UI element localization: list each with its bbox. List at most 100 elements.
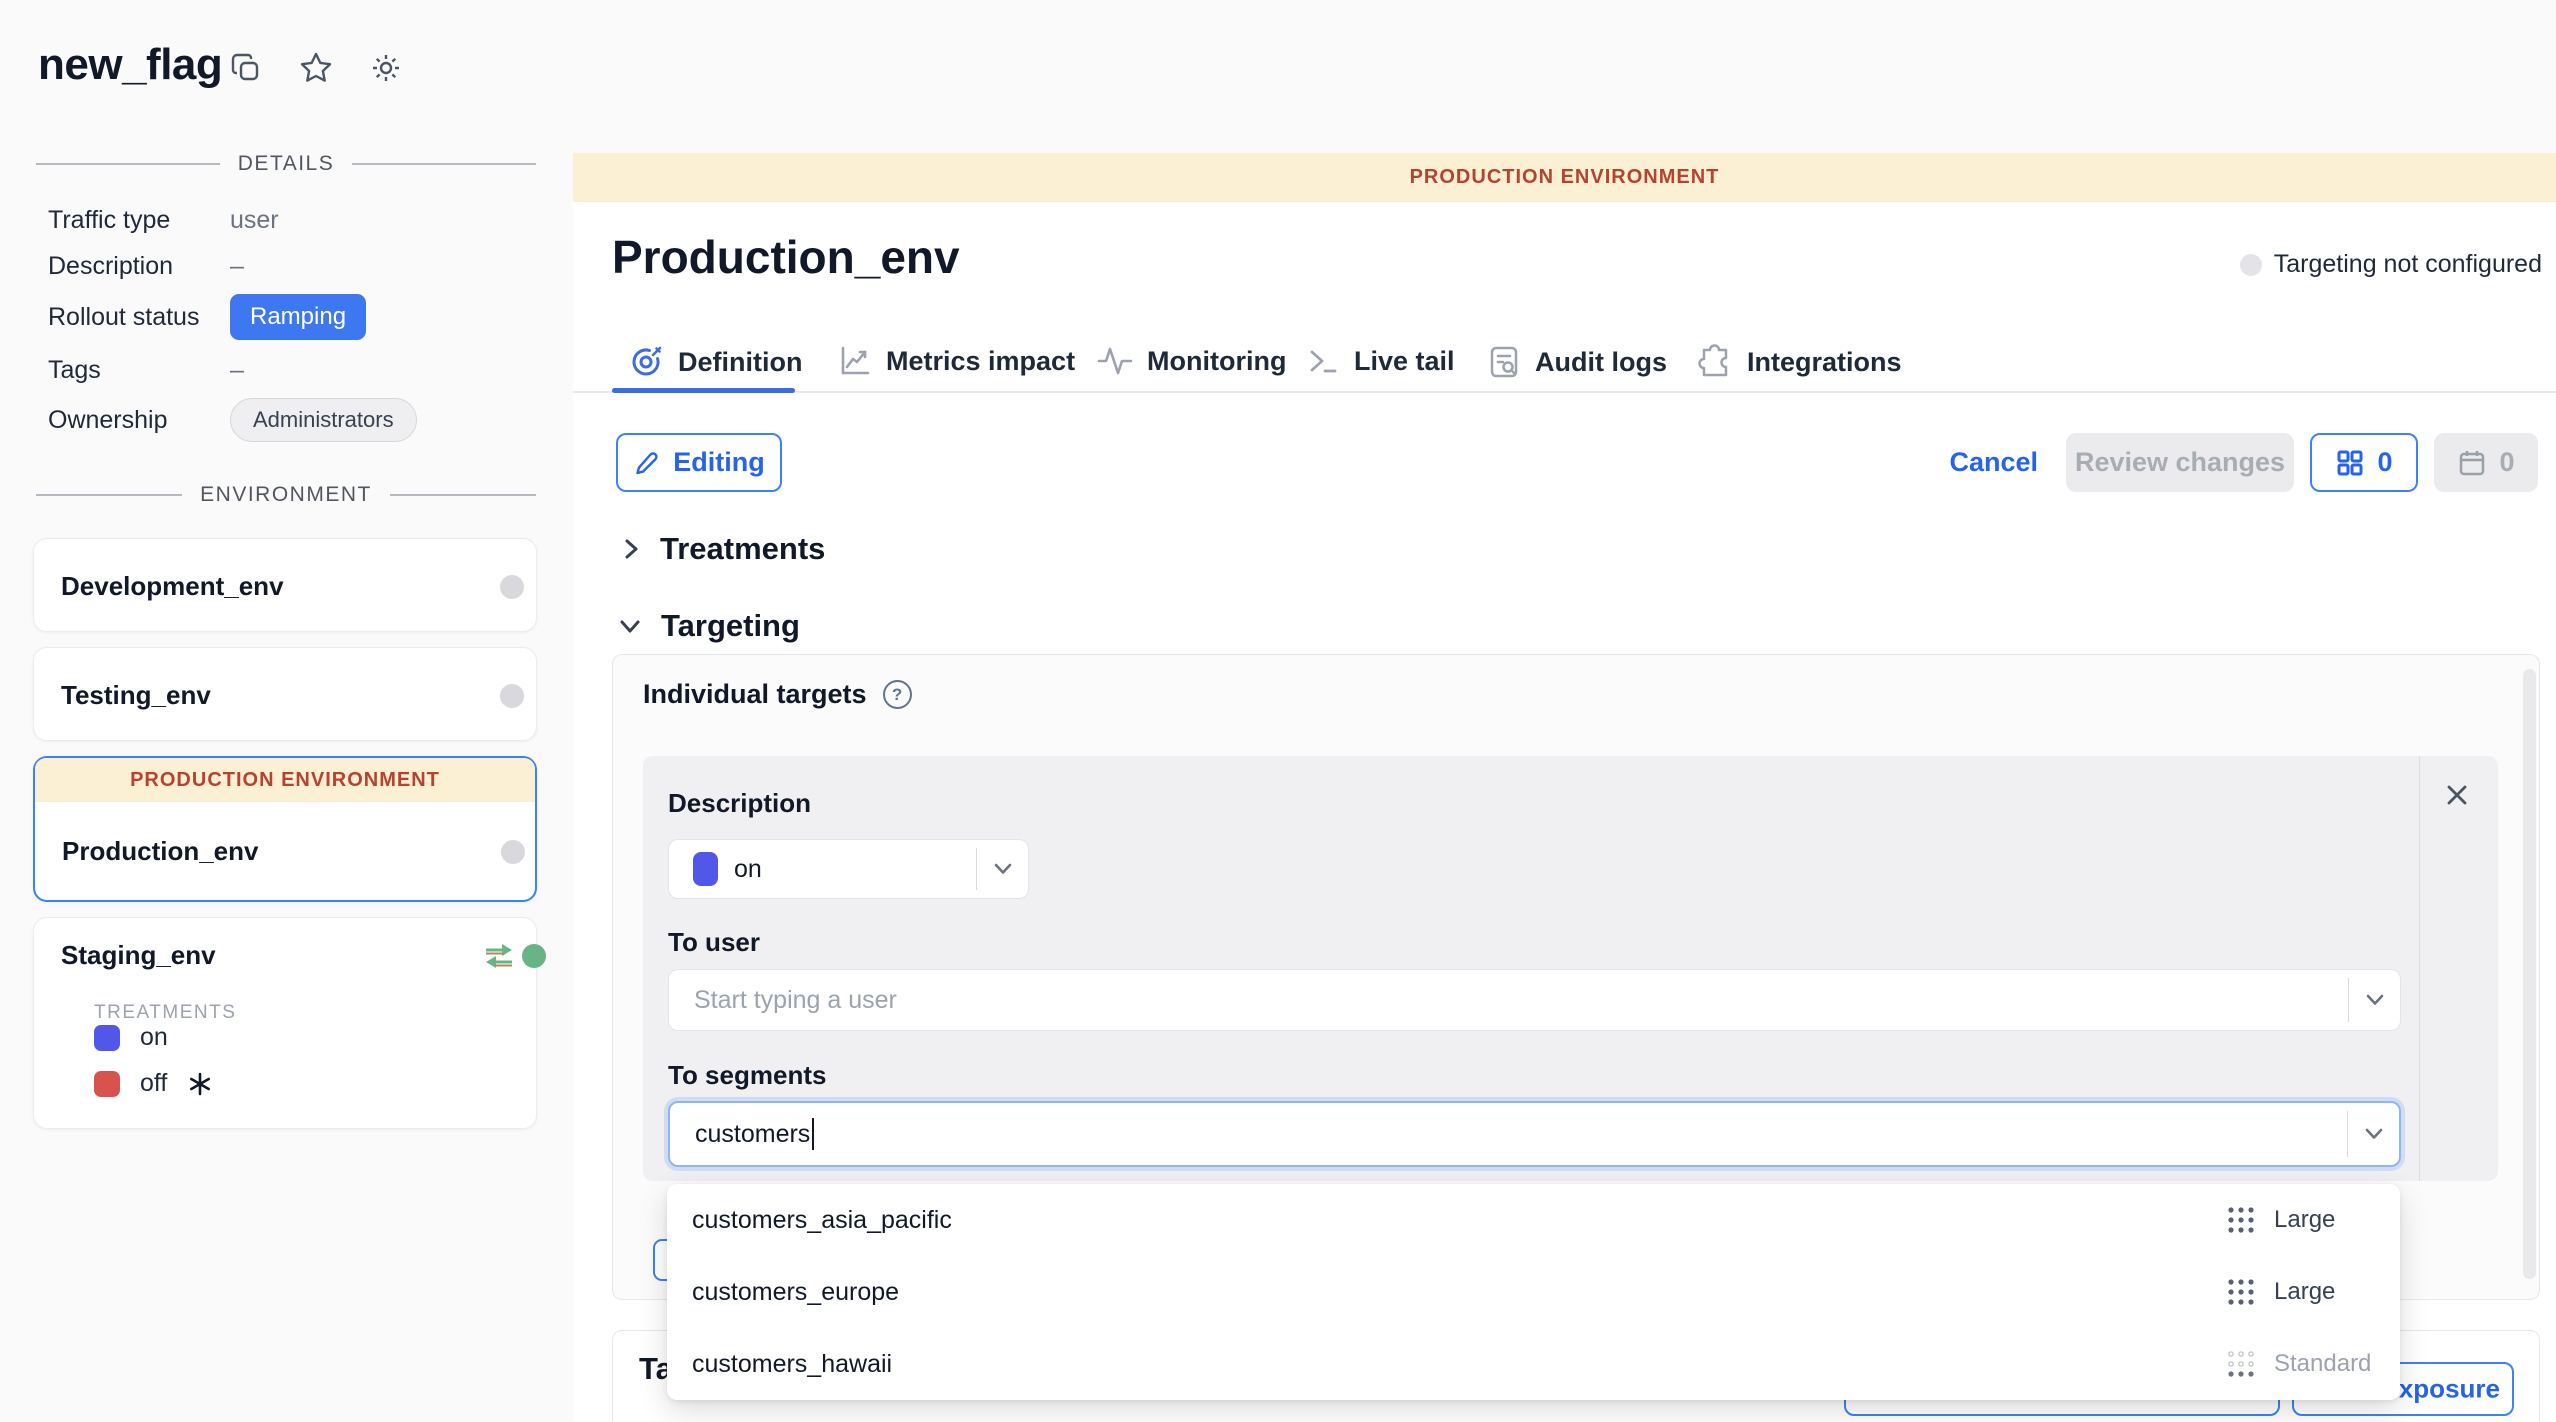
tab-definition[interactable]: Definition (628, 344, 802, 380)
treatments-heading: TREATMENTS (94, 1002, 236, 1024)
env-name: Staging_env (61, 940, 216, 971)
transfer-arrows-icon (482, 942, 516, 970)
chevron-down-icon[interactable] (2348, 978, 2400, 1022)
default-treatment-asterisk-icon (187, 1071, 213, 1097)
panel-scrollbar[interactable] (2523, 669, 2536, 1279)
tab-label: Monitoring (1147, 346, 1286, 377)
gear-icon[interactable] (368, 50, 404, 86)
chevron-down-icon[interactable] (2347, 1111, 2399, 1157)
treatment-off-swatch (94, 1071, 120, 1097)
chevron-right-icon (620, 535, 642, 563)
tab-live-tail[interactable]: Live tail (1306, 344, 1455, 378)
to-segments-value: customers (695, 1120, 810, 1149)
tab-audit-logs[interactable]: Audit logs (1487, 344, 1667, 380)
feature-flag-page: new_flag DETAIL (0, 0, 2556, 1422)
status-dot-icon (2240, 254, 2262, 276)
env-card-development[interactable]: Development_env (33, 538, 537, 632)
schedule-count-button[interactable]: 0 (2434, 433, 2538, 492)
segment-size-grid-icon-standard (2226, 1349, 2256, 1379)
metrics-chart-icon (838, 344, 872, 378)
detail-row-rollout-status: Rollout status Ramping (48, 294, 548, 340)
detail-label: Rollout status (48, 303, 230, 332)
flag-title-actions (228, 50, 404, 86)
star-icon[interactable] (298, 50, 334, 86)
to-segments-input[interactable]: customers (668, 1101, 2401, 1167)
production-strip-label: PRODUCTION ENVIRONMENT (130, 769, 440, 792)
env-card-staging[interactable]: Staging_env TREATMENTS on off (33, 917, 537, 1129)
treatments-section-title: Treatments (660, 531, 825, 567)
env-name: Production_env (62, 836, 258, 867)
targeting-status-label: Targeting not configured (2274, 250, 2542, 279)
help-icon[interactable]: ? (883, 680, 912, 709)
chevron-down-icon[interactable] (976, 848, 1028, 890)
tab-label: Live tail (1354, 346, 1455, 377)
exposure-button-label: xposure (2399, 1374, 2500, 1405)
detail-row-tags: Tags – (48, 356, 548, 385)
environment-heading: ENVIRONMENT (200, 483, 372, 507)
description-field-label: Description (668, 788, 811, 819)
individual-target-rule-card: Description on To user Start typing a us… (643, 756, 2498, 1181)
editing-label: Editing (673, 447, 764, 478)
env-name: Testing_env (61, 680, 211, 711)
treatments-section-header[interactable]: Treatments (620, 531, 825, 567)
copy-icon[interactable] (228, 50, 264, 86)
cancel-link[interactable]: Cancel (1949, 447, 2038, 478)
treatment-on-row: on (94, 1023, 168, 1052)
treatment-name: on (140, 1023, 168, 1052)
grid-icon (2335, 448, 2365, 478)
detail-value: user (230, 206, 279, 235)
detail-row-ownership: Ownership Administrators (48, 398, 548, 442)
segment-option-europe[interactable]: customers_europe Large (667, 1256, 2400, 1328)
detail-label: Ownership (48, 406, 230, 435)
treatment-select-value: on (734, 855, 762, 884)
treatment-on-swatch (94, 1025, 120, 1051)
schedule-count: 0 (2499, 447, 2514, 478)
detail-row-traffic-type: Traffic type user (48, 206, 548, 235)
env-status-dot (501, 840, 525, 864)
to-user-placeholder: Start typing a user (694, 986, 897, 1015)
targeting-section-header[interactable]: Targeting (617, 608, 800, 644)
tab-monitoring[interactable]: Monitoring (1097, 344, 1286, 378)
treatment-select[interactable]: on (668, 839, 1029, 899)
pencil-icon (633, 449, 661, 477)
env-status-dot (500, 684, 524, 708)
rule-card-divider (2419, 756, 2421, 1181)
detail-label: Traffic type (48, 206, 230, 235)
env-card-production[interactable]: PRODUCTION ENVIRONMENT Production_env (33, 756, 537, 902)
toolbar-right: Cancel Review changes 0 0 (1949, 433, 2538, 492)
tab-integrations[interactable]: Integrations (1697, 344, 1902, 380)
flag-title: new_flag (38, 40, 222, 90)
treatment-color-swatch (693, 852, 718, 886)
tab-label: Definition (678, 347, 802, 378)
sidebar: new_flag DETAIL (0, 0, 573, 1422)
treatment-name: off (140, 1069, 167, 1098)
targeting-status: Targeting not configured (2240, 250, 2542, 279)
environment-divider: ENVIRONMENT (36, 483, 536, 507)
tab-label: Integrations (1747, 347, 1902, 378)
env-status-dot-active (522, 944, 546, 968)
rollout-status-badge[interactable]: Ramping (230, 294, 366, 340)
text-caret (812, 1118, 814, 1150)
editing-button[interactable]: Editing (616, 433, 782, 492)
tab-metrics-impact[interactable]: Metrics impact (838, 344, 1075, 378)
env-name: Development_env (61, 571, 284, 602)
segment-option-asia-pacific[interactable]: customers_asia_pacific Large (667, 1184, 2400, 1256)
changes-count-button[interactable]: 0 (2310, 433, 2418, 492)
production-environment-strip: PRODUCTION ENVIRONMENT (35, 758, 535, 802)
env-card-testing[interactable]: Testing_env (33, 647, 537, 741)
detail-label: Description (48, 252, 230, 281)
detail-row-description: Description – (48, 252, 548, 281)
segments-dropdown: customers_asia_pacific Large customers_e… (667, 1184, 2400, 1400)
segment-option-hawaii[interactable]: customers_hawaii Standard (667, 1328, 2400, 1400)
active-tab-underline (612, 388, 795, 393)
treatment-off-row: off (94, 1069, 213, 1098)
ownership-pill[interactable]: Administrators (230, 398, 417, 442)
review-changes-button[interactable]: Review changes (2066, 433, 2294, 492)
segment-size-label: Standard (2274, 1350, 2378, 1378)
definition-target-icon (628, 344, 664, 380)
to-segments-field-label: To segments (668, 1060, 826, 1091)
detail-value: – (230, 252, 244, 281)
close-icon[interactable] (2440, 778, 2474, 812)
audit-log-icon (1487, 344, 1521, 380)
to-user-input[interactable]: Start typing a user (668, 969, 2401, 1031)
